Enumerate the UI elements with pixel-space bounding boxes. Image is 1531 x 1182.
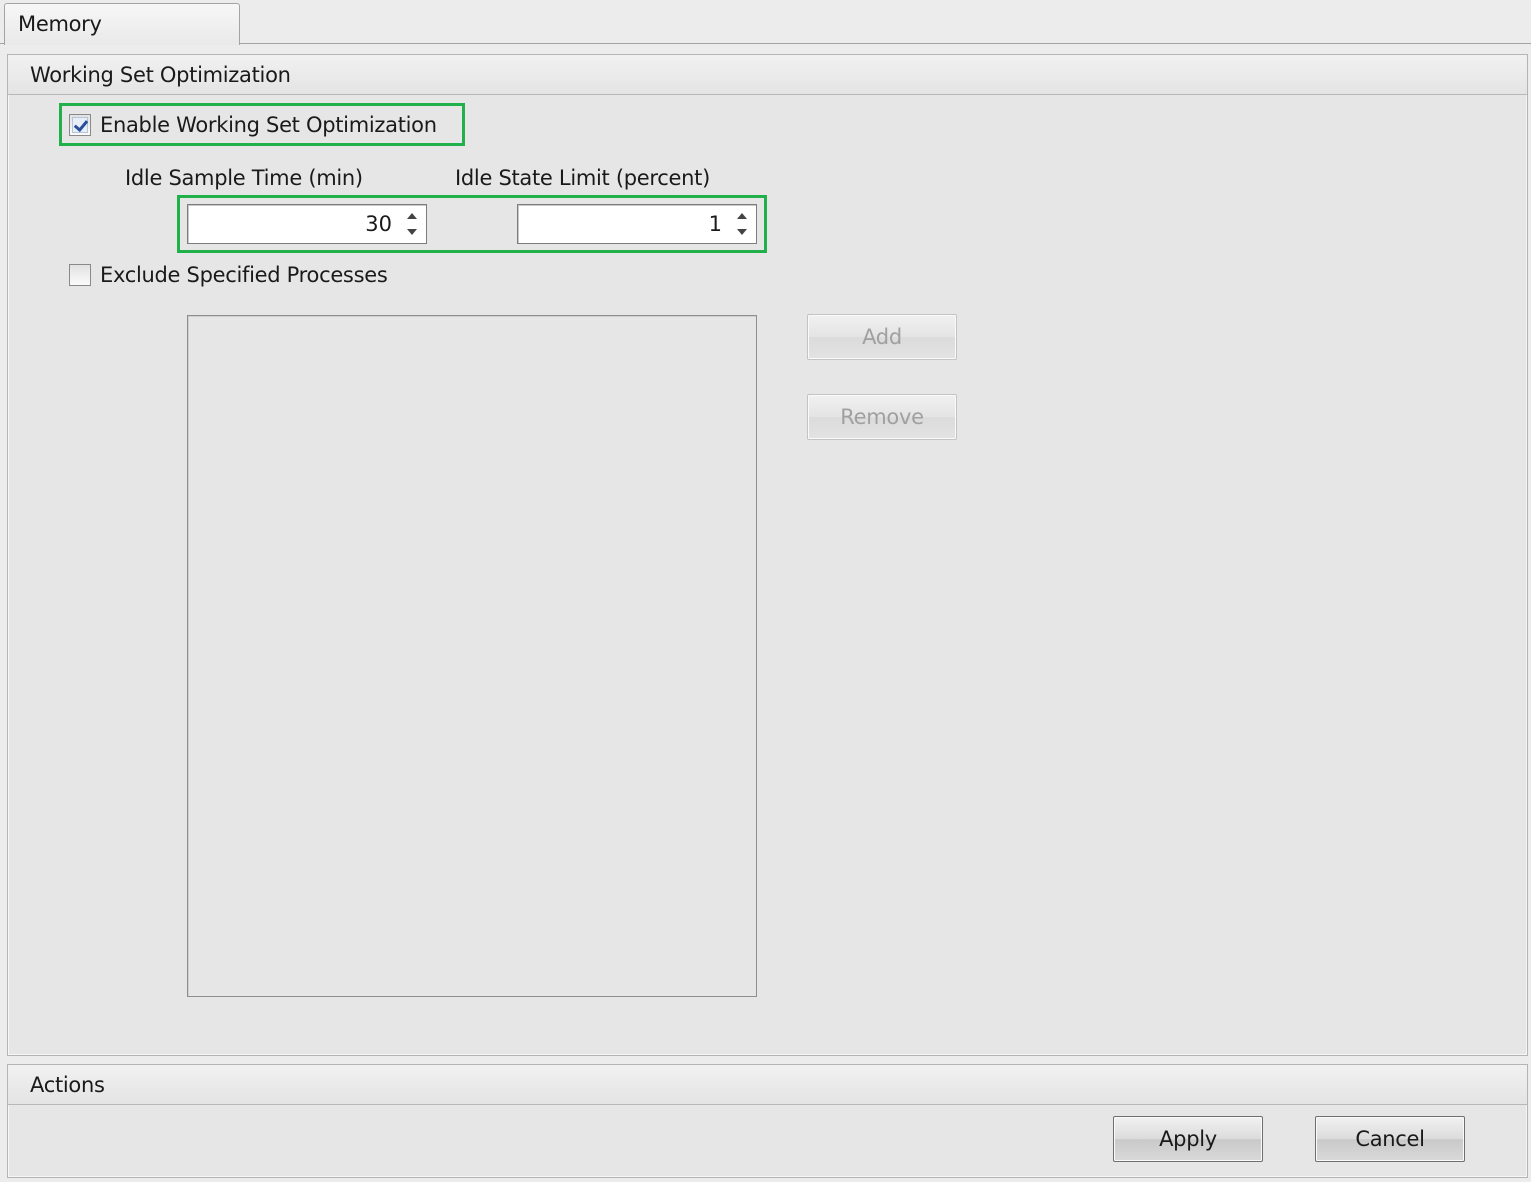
idle-state-limit-spinner[interactable]: 1 [517,204,757,244]
spin-up-icon[interactable] [737,213,747,219]
idle-state-limit-value[interactable]: 1 [709,205,722,243]
excluded-processes-list[interactable] [187,315,757,997]
checkmark-icon [72,117,88,133]
enable-working-set-row[interactable]: Enable Working Set Optimization [69,113,437,137]
enable-working-set-label: Enable Working Set Optimization [100,113,437,137]
exclude-processes-checkbox[interactable] [69,264,91,286]
spin-down-icon[interactable] [737,229,747,235]
idle-state-limit-arrows[interactable] [734,209,750,239]
working-set-group-title: Working Set Optimization [8,55,1527,95]
idle-sample-time-value[interactable]: 30 [365,205,392,243]
tab-memory-management[interactable]: Memory Management [4,3,240,76]
remove-button[interactable]: Remove [807,394,957,440]
exclude-processes-row[interactable]: Exclude Specified Processes [69,263,388,287]
apply-button[interactable]: Apply [1113,1116,1263,1162]
tab-strip: Memory Management [0,0,1531,76]
idle-sample-time-arrows[interactable] [404,209,420,239]
actions-group-title: Actions [8,1065,1527,1105]
memory-management-window: Memory Management Working Set Optimizati… [0,0,1531,1182]
spin-down-icon[interactable] [407,229,417,235]
enable-working-set-checkbox[interactable] [69,114,91,136]
idle-state-limit-label: Idle State Limit (percent) [455,166,710,190]
exclude-processes-label: Exclude Specified Processes [100,263,388,287]
spin-up-icon[interactable] [407,213,417,219]
actions-group: Actions [7,1064,1528,1178]
add-button[interactable]: Add [807,314,957,360]
cancel-button[interactable]: Cancel [1315,1116,1465,1162]
idle-sample-time-label: Idle Sample Time (min) [125,166,363,190]
idle-sample-time-spinner[interactable]: 30 [187,204,427,244]
